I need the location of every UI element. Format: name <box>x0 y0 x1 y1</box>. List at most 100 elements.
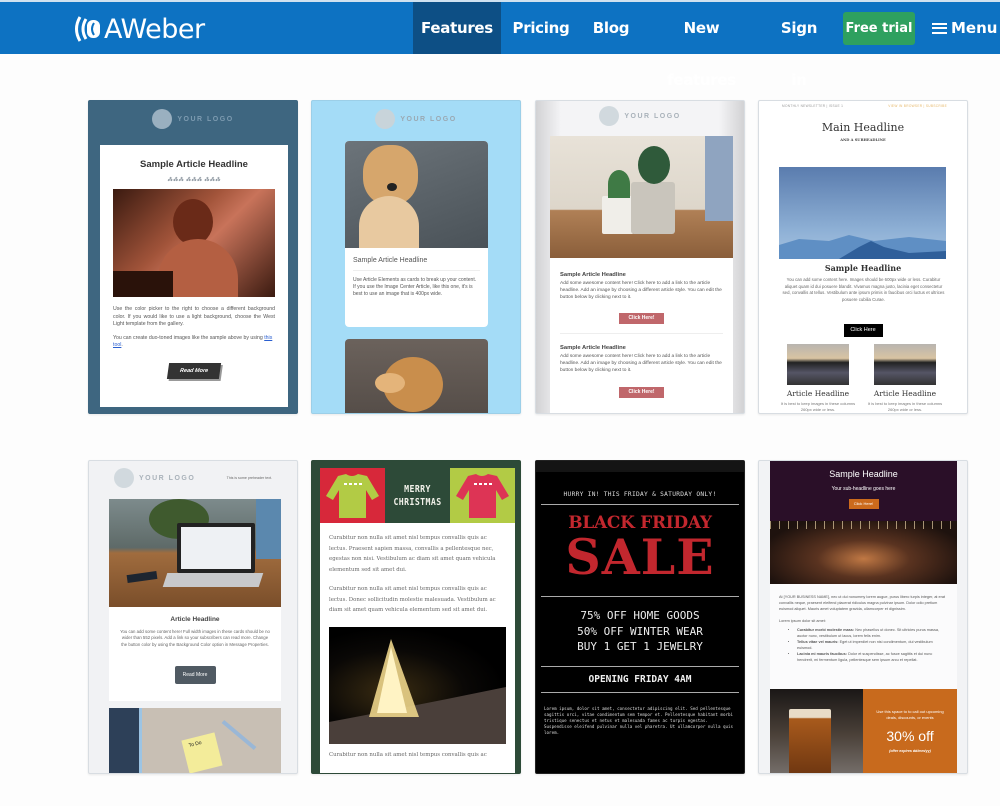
sweater-icon <box>456 474 509 518</box>
bullet-item: Lacinia mi mauris faucibus: Dolor et sus… <box>797 651 948 663</box>
duotone-photo <box>113 189 275 297</box>
sticky-note: To Do <box>181 732 223 773</box>
template-card-black-friday[interactable]: HURRY IN! THIS FRIDAY & SATURDAY ONLY! B… <box>535 460 745 774</box>
logo-circle-icon <box>152 109 173 129</box>
article-headline: Article Headline <box>170 616 220 623</box>
article-headline: Sample Article Headline <box>560 272 626 278</box>
click-here-button[interactable]: Click Here! <box>619 313 664 325</box>
click-here-button[interactable]: Click Here! <box>619 386 664 398</box>
mountain-photo <box>779 167 946 259</box>
body-text-2: Curabitur non nulla sit amet nisl tempus… <box>329 586 496 613</box>
template-card-cards[interactable]: YOUR LOGO Sample Article Headline Use Ar… <box>311 100 521 414</box>
logo-circle-icon <box>375 109 396 129</box>
logo-placeholder: YOUR LOGO <box>312 109 520 129</box>
todo-photo: To Do <box>109 708 281 773</box>
hurry-banner: HURRY IN! THIS FRIDAY & SATURDAY ONLY! <box>563 491 717 498</box>
sample-headline: Sample Headline <box>824 263 902 273</box>
read-more-button[interactable]: Read More <box>166 362 222 379</box>
lake-photo <box>787 344 849 385</box>
title-panel: MERRY CHRISTMAS <box>391 468 444 523</box>
hamburger-icon <box>932 22 947 34</box>
template-card-duotone[interactable]: YOUR LOGO Sample Article Headline ⁂⁂⁂ ⁂⁂… <box>88 100 298 414</box>
green-panel <box>450 468 515 523</box>
template-card-brewery[interactable]: Sample Headline Your sub-headline goes h… <box>758 460 968 774</box>
sweater-icon <box>326 474 379 518</box>
article-headline: Sample Article Headline <box>353 257 480 271</box>
market-photo <box>770 521 957 584</box>
article-headline: Sample Article Headline <box>560 345 626 352</box>
logo-text: YOUR LOGO <box>139 474 196 482</box>
view-in-browser-link[interactable]: VIEW IN BROWSER | SUBSCRIBE <box>888 104 947 108</box>
nav-sign-in[interactable]: Sign in <box>772 2 826 89</box>
menu-label: Menu <box>951 19 998 37</box>
body-text-2: You can create duo-toned images like the… <box>113 334 273 349</box>
beer-photo <box>770 689 863 773</box>
plants-photo <box>550 136 733 258</box>
brand-name: AWeber <box>104 13 205 45</box>
free-trial-button[interactable]: Free trial <box>843 12 915 45</box>
red-panel <box>320 468 385 523</box>
column-text: It is best to keep images in these colum… <box>780 401 856 412</box>
preheader-text: This is some preheader text. <box>226 476 272 480</box>
deals-list: 75% OFF HOME GOODS 50% OFF WINTER WEAR B… <box>536 608 744 655</box>
template-card-plants[interactable]: YOUR LOGO Sample Article Headline Add so… <box>535 100 745 414</box>
body-text: Add some awesome content here! Click her… <box>560 281 722 300</box>
sub-headline: AND A SUBHEADLINE <box>840 138 886 142</box>
title-christmas: CHRISTMAS <box>393 496 442 508</box>
bullet-list: Curabitur morbi molestie mass: Nec phase… <box>779 627 948 663</box>
read-more-button[interactable]: Read More <box>174 666 216 685</box>
template-card-newsletter[interactable]: MONTHLY NEWSLETTER | ISSUE 1 VIEW IN BRO… <box>758 100 968 414</box>
logo-placeholder: YOUR LOGO <box>536 106 744 126</box>
body-text: Use Article Elements as cards to break u… <box>353 277 477 298</box>
template-card-christmas[interactable]: MERRY CHRISTMAS Curabitur non nulla sit … <box>311 460 521 774</box>
main-headline: Main Headline <box>821 121 905 134</box>
top-nav: AWeber Features Pricing Blog New feature… <box>0 0 1000 89</box>
click-here-button[interactable]: Click Here! <box>848 499 879 509</box>
nav-features[interactable]: Features <box>413 2 501 54</box>
dog-photo <box>345 141 488 248</box>
aweber-logo[interactable]: AWeber <box>72 13 205 45</box>
menu-button[interactable]: Menu <box>932 2 997 54</box>
christmas-tree-photo <box>329 626 506 744</box>
deal-item: 50% OFF WINTER WEAR <box>577 624 703 638</box>
opening-text: OPENING FRIDAY 4AM <box>588 673 692 685</box>
deal-item: 75% OFF HOME GOODS <box>580 609 700 622</box>
logo-text: YOUR LOGO <box>177 115 234 123</box>
column-text-2: It is best to keep images in these colum… <box>867 401 943 412</box>
lead-text: Lorem ipsum dolor sit amet: <box>779 619 826 623</box>
body-text: You can add some content here. Images sh… <box>782 277 945 302</box>
offer-expiry: (offer expires dd/mm/yy) <box>889 749 931 753</box>
logo-circle-icon <box>599 106 620 126</box>
body-text: At [YOUR BUSINESS NAME], nec ut dui nonu… <box>779 595 946 611</box>
aweber-waves-icon <box>72 15 102 43</box>
lake-photo-2 <box>874 344 936 385</box>
discount-text: 30% off <box>886 728 934 744</box>
nav-blog[interactable]: Blog <box>589 2 633 54</box>
column-headline-2: Article Headline <box>873 389 937 398</box>
logo-circle-icon <box>114 468 134 488</box>
logo-placeholder: YOUR LOGO <box>89 109 297 129</box>
body-text-3: Curabitur non nulla sit amet nisl tempus… <box>329 751 487 758</box>
deal-item: BUY 1 GET 1 JEWELRY <box>577 640 703 653</box>
article-headline: Sample Article Headline <box>140 159 248 170</box>
laptop-photo <box>109 499 281 607</box>
promo-text: Use this space to to call out upcoming d… <box>876 709 944 720</box>
title-merry: MERRY <box>404 483 431 495</box>
sale-title: SALE <box>565 528 715 586</box>
nav-new-features[interactable]: New features <box>655 2 748 89</box>
logo-text: YOUR LOGO <box>624 112 681 120</box>
dog-photo-2 <box>345 339 488 413</box>
body-text: Add some awesome content here! Click her… <box>560 354 722 373</box>
bullet-item: Tellus vitae vel mauris: Eget ut imperdi… <box>797 639 948 651</box>
body-text: Curabitur non nulla sit amet nisl tempus… <box>329 535 496 573</box>
sub-headline: Your sub-headline goes here <box>831 486 896 492</box>
issue-label: MONTHLY NEWSLETTER | ISSUE 1 <box>782 104 844 108</box>
body-text: Use the color picker to the right to cho… <box>113 306 275 327</box>
nav-pricing[interactable]: Pricing <box>508 2 574 54</box>
click-here-button[interactable]: Click Here <box>843 324 883 337</box>
sample-headline: Sample Headline <box>829 469 898 479</box>
column-headline: Article Headline <box>786 389 850 398</box>
template-card-laptop[interactable]: YOUR LOGO This is some preheader text. A… <box>88 460 298 774</box>
bullet-item: Curabitur morbi molestie mass: Nec phase… <box>797 627 948 639</box>
decorative-divider: ⁂⁂⁂ ⁂⁂⁂ ⁂⁂⁂ <box>167 177 221 183</box>
